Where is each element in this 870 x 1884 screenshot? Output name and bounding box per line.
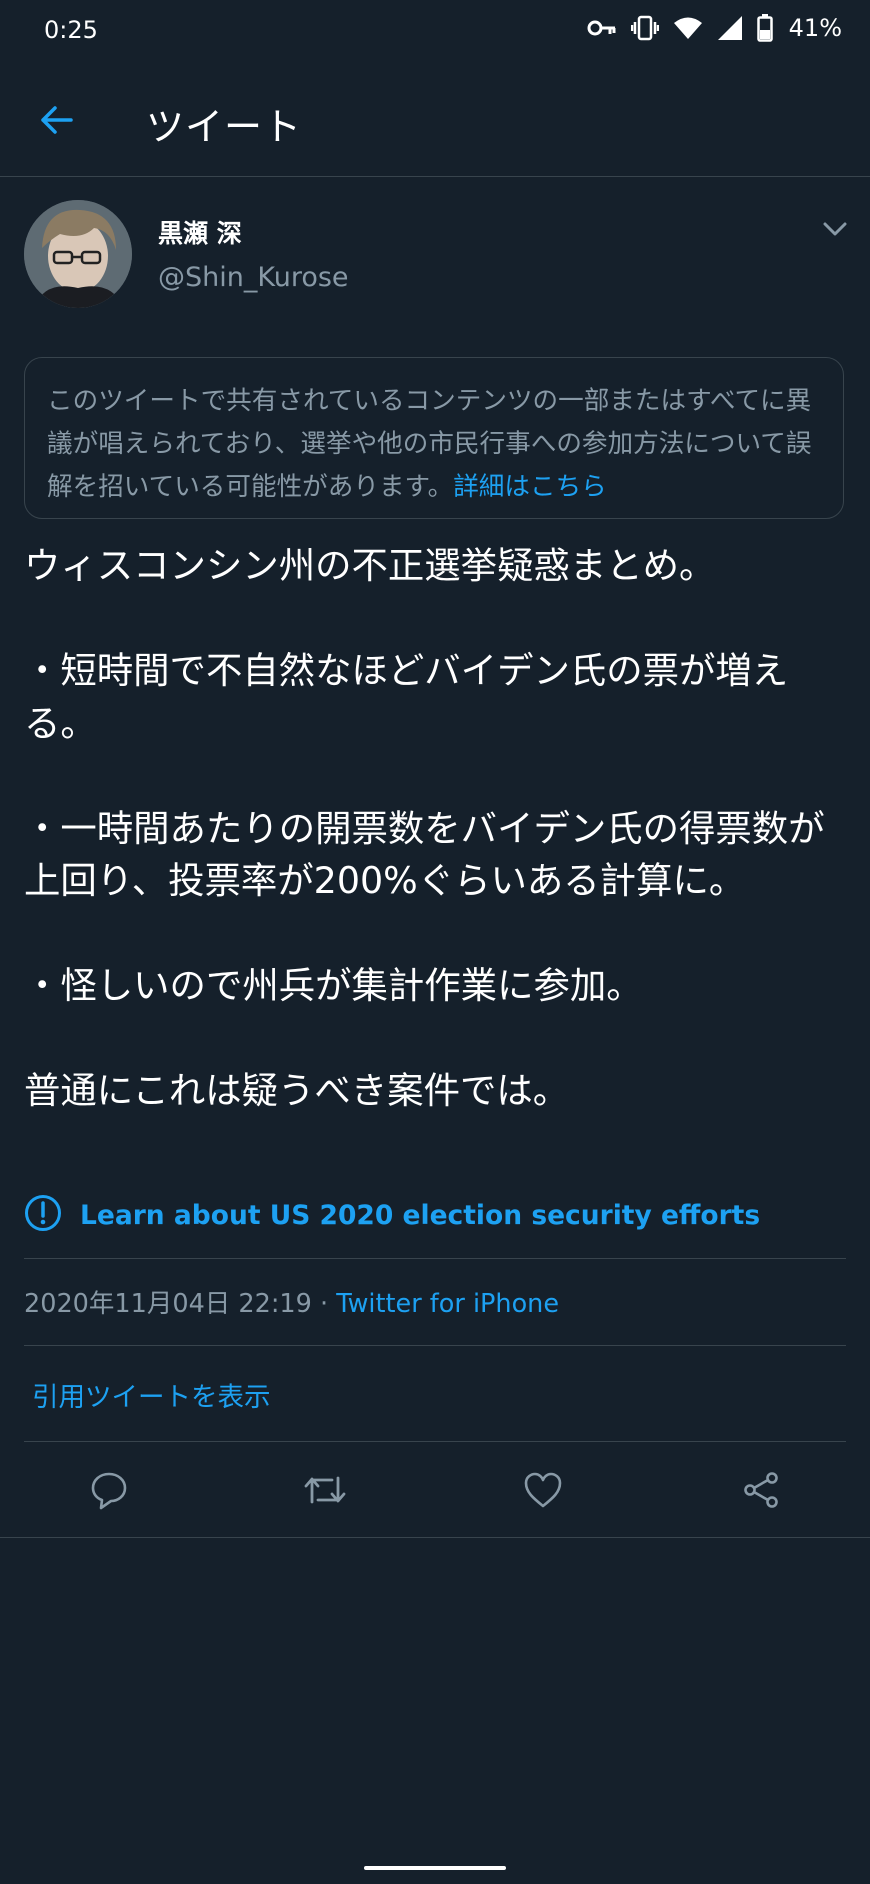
chevron-down-icon [823, 221, 847, 241]
tweet-line: 普通にこれは疑うべき案件では。 [24, 1069, 570, 1112]
tweet-actions [0, 1447, 870, 1537]
retweet-button[interactable] [299, 1467, 351, 1517]
tweet-timestamp: 2020年11月04日 22:19 [24, 1289, 312, 1319]
share-icon [741, 1470, 781, 1514]
status-time: 0:25 [44, 16, 98, 44]
meta-separator: · [311, 1289, 337, 1319]
author-name[interactable]: 黒瀬 深 [158, 214, 242, 250]
vibrate-icon [630, 15, 659, 41]
avatar[interactable] [24, 200, 132, 308]
status-bar: 0:25 41% [0, 0, 870, 66]
retweet-icon [302, 1470, 348, 1514]
tweet-source-link[interactable]: Twitter for iPhone [336, 1289, 559, 1319]
tweet-line: ウィスコンシン州の不正選挙疑惑まとめ。 [24, 544, 716, 587]
battery-icon [756, 14, 773, 42]
page-title: ツイート [146, 105, 303, 149]
like-icon [523, 1471, 563, 1513]
divider [24, 1441, 846, 1442]
signal-icon [717, 15, 743, 41]
disputed-notice: このツイートで共有されているコンテンツの一部またはすべてに異議が唱えられており、… [24, 357, 844, 519]
home-indicator[interactable] [364, 1866, 506, 1870]
key-icon [587, 18, 617, 38]
back-button[interactable] [30, 96, 82, 148]
tweet-line: ・一時間あたりの開票数をバイデン氏の得票数が上回り、投票率が200%ぐらいある計… [24, 806, 825, 903]
notice-details-link[interactable]: 詳細はこちら [453, 472, 607, 502]
divider [24, 1345, 846, 1346]
share-button[interactable] [735, 1467, 787, 1517]
author-handle[interactable]: @Shin_Kurose [158, 262, 349, 293]
arrow-left-icon [39, 105, 73, 139]
divider [24, 1258, 846, 1259]
wifi-icon [673, 16, 703, 40]
tweet-line: ・短時間で不自然なほどバイデン氏の票が増える。 [24, 649, 789, 745]
notice-text: このツイートで共有されているコンテンツの一部またはすべてに異議が唱えられており、… [47, 386, 812, 502]
tweet-options-button[interactable] [818, 214, 852, 248]
app-bar: ツイート [0, 66, 870, 177]
exclamation-circle-icon [24, 1194, 62, 1236]
battery-percentage: 41% [788, 14, 842, 42]
status-icons: 41% [587, 14, 842, 42]
election-security-link[interactable]: Learn about US 2020 election security ef… [24, 1195, 760, 1235]
tweet-meta: 2020年11月04日 22:19 · Twitter for iPhone [24, 1283, 559, 1320]
tweet-text: ウィスコンシン州の不正選挙疑惑まとめ。 ・短時間で不自然なほどバイデン氏の票が増… [24, 540, 854, 1118]
election-security-label: Learn about US 2020 election security ef… [80, 1199, 761, 1231]
reply-icon [89, 1470, 129, 1514]
like-button[interactable] [517, 1467, 569, 1517]
divider [0, 1537, 870, 1538]
tweet-line: ・怪しいので州兵が集計作業に参加。 [24, 964, 643, 1007]
reply-button[interactable] [83, 1467, 135, 1517]
view-quote-tweets-link[interactable]: 引用ツイートを表示 [32, 1375, 271, 1414]
